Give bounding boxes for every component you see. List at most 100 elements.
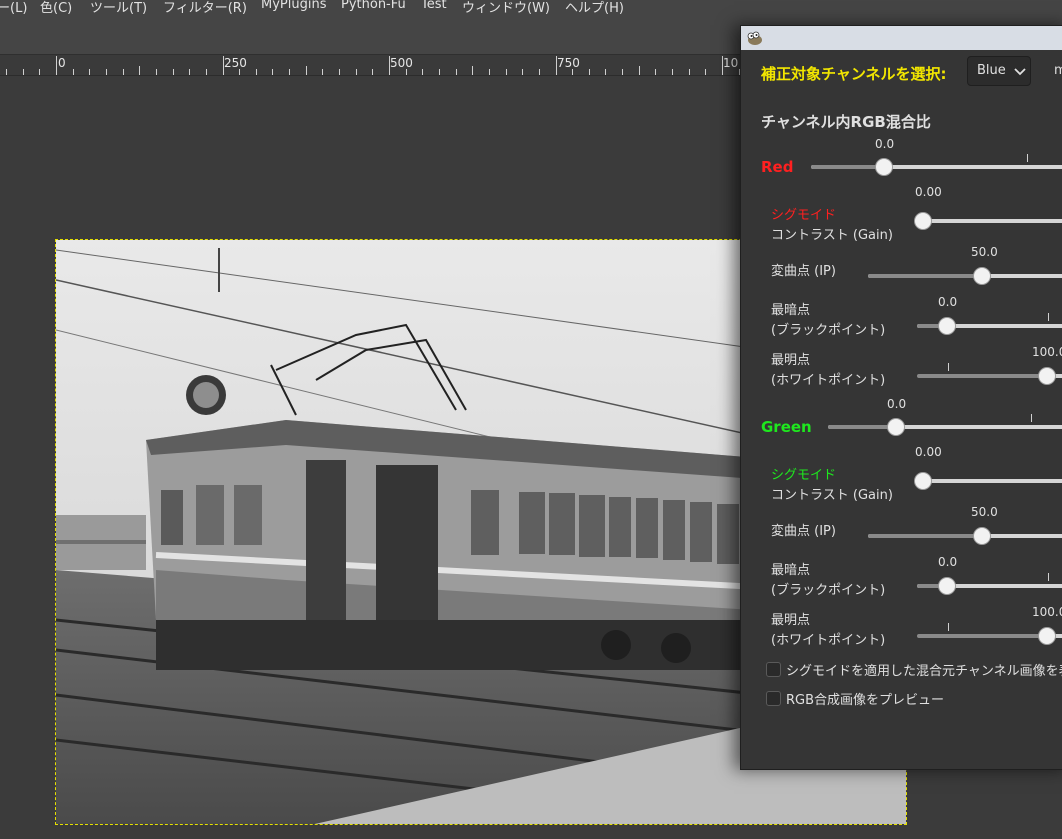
ruler-tick [239,69,241,75]
ruler-tick [205,69,207,75]
slider-mark [1048,573,1049,581]
black-label: 最暗点 [771,303,811,318]
gimp-wilber-icon [747,31,762,45]
white-slider-fill[interactable] [917,634,1047,638]
gain-slider-track[interactable] [916,219,1062,223]
ruler-tick [672,69,674,75]
ruler-tick [438,69,440,75]
rgb-preview-checkbox[interactable] [766,691,781,706]
ip-slider-knob[interactable] [973,267,991,285]
menu-layer[interactable]: ー(L) [0,0,27,16]
ruler-tick [22,69,24,75]
ruler-tick [255,69,257,75]
ruler-tick [139,66,141,75]
ip-slider-fill [868,534,976,538]
ruler-tick [6,69,8,75]
channel-select-dropdown[interactable]: Blue [967,56,1031,86]
mix-slider-fill [811,165,884,169]
ruler-tick [722,56,723,75]
mix-slider-fill [828,425,896,429]
mix-slider-knob[interactable] [887,418,905,436]
sigmoid-preview-checkbox[interactable] [766,662,781,677]
white-slider-knob[interactable] [1038,367,1056,385]
ruler-tick [488,69,490,75]
ruler-tick [572,69,574,75]
menu-colors[interactable]: 色(C) [40,0,72,16]
white-value: 100.0 [1032,345,1062,359]
ip-value: 50.0 [971,245,998,259]
white-slider-knob[interactable] [1038,627,1056,645]
mix-ratio-header: チャンネル内RGB混合比 [761,113,931,131]
ruler-tick [122,69,124,75]
gain-label: コントラスト (Gain) [771,488,893,503]
black-value: 0.0 [938,555,958,569]
ruler-tick [422,69,424,75]
ruler-tick [39,69,41,75]
ruler-tick [222,56,224,75]
ip-value: 50.0 [971,505,998,519]
ruler-tick [372,69,374,75]
white-label: 最明点 [771,353,811,368]
ruler-tick [472,66,474,75]
slider-mark [1048,313,1049,321]
ruler-tick [655,69,657,75]
mix-slider-knob[interactable] [875,158,893,176]
ruler-tick [72,69,74,75]
ip-slider-fill [868,274,976,278]
slider-mark [948,363,949,371]
ruler-tick [688,69,690,75]
slider-mark [948,623,949,631]
black-label: 最暗点 [771,563,811,578]
channel-mixer-dialog: 補正対象チャンネルを選択: Blue m チャンネル内RGB混合比 0.0 Re… [740,25,1062,770]
ruler-tick [389,56,390,75]
ruler-tick [638,66,640,75]
ruler-tick [355,69,357,75]
channel-name-green: Green [761,418,812,436]
menu-tools[interactable]: ツール(T) [90,0,147,16]
ruler-tick [289,69,291,75]
black-value: 0.0 [938,295,958,309]
black-slider-knob[interactable] [938,317,956,335]
menu-myplugins[interactable]: MyPlugins [261,0,326,12]
gain-slider-track[interactable] [916,479,1062,483]
sigmoid-label: シグモイド [771,468,837,483]
menu-help[interactable]: ヘルプ(H) [565,0,624,16]
gain-slider-knob[interactable] [914,212,932,230]
ruler-tick [505,69,507,75]
menu-windows[interactable]: ウィンドウ(W) [462,0,550,16]
ruler-tick [605,69,607,75]
menu-python-fu[interactable]: Python-Fu [341,0,406,12]
ruler-tick [172,69,174,75]
sigmoid-preview-label: シグモイドを適用した混合元チャンネル画像を表 [786,664,1062,679]
ruler-tick [89,69,91,75]
chevron-down-icon [1014,68,1026,76]
ruler-tick [189,69,191,75]
ruler-tick [405,69,407,75]
black-slider-knob[interactable] [938,577,956,595]
ruler-label-1000: 10 [723,56,739,70]
white-value: 100.0 [1032,605,1062,619]
black-label-sub: (ブラックポイント) [771,583,886,598]
gain-value: 0.00 [915,185,942,199]
mix-value: 0.0 [875,137,895,151]
mix-value: 0.0 [887,397,907,411]
rgb-preview-label: RGB合成画像をプレビュー [786,693,945,708]
channel-name-red: Red [761,158,794,176]
menu-test[interactable]: Test [421,0,447,12]
black-label-sub: (ブラックポイント) [771,323,886,338]
sigmoid-label: シグモイド [771,208,837,223]
ruler-tick [538,69,540,75]
ruler-label-0: 0 [58,56,66,70]
dialog-titlebar[interactable] [741,26,1062,50]
menu-filters[interactable]: フィルター(R) [163,0,247,16]
white-label-sub: (ホワイトポイント) [771,373,886,388]
ruler-tick [56,56,57,75]
gain-slider-knob[interactable] [914,472,932,490]
ruler-label-500: 500 [390,56,413,70]
ip-slider-knob[interactable] [973,527,991,545]
slider-mark [1031,414,1032,422]
channel-select-value: Blue [977,63,1006,78]
ruler-tick [272,69,274,75]
menubar: ー(L) 色(C) ツール(T) フィルター(R) MyPlugins Pyth… [0,0,1062,17]
white-slider-fill[interactable] [917,374,1047,378]
